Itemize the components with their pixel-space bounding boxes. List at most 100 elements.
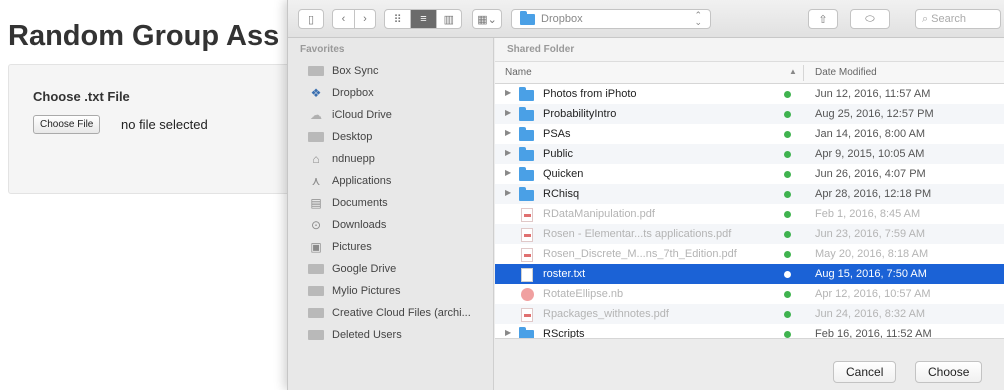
sidebar-item-creative-cloud[interactable]: Creative Cloud Files (archi... [308, 302, 471, 324]
dropbox-icon: ❖ [310, 86, 322, 100]
file-row[interactable]: ▶ Quicken Jun 26, 2016, 4:07 PM [495, 164, 1004, 184]
file-date: Apr 9, 2015, 10:05 AM [815, 148, 925, 160]
search-field[interactable]: ⌕ [915, 9, 1001, 29]
forward-button[interactable]: › [353, 10, 375, 28]
sidebar-item-dropbox[interactable]: ❖ Dropbox [308, 82, 374, 104]
sidebar-item-mylio-pictures[interactable]: Mylio Pictures [308, 280, 400, 302]
file-row: RotateEllipse.nb Apr 12, 2016, 10:57 AM [495, 284, 1004, 304]
shared-folder-header: Shared Folder [495, 38, 1004, 62]
chevron-right-icon: › [363, 13, 367, 25]
file-row: Rpackages_withnotes.pdf Jun 24, 2016, 8:… [495, 304, 1004, 324]
file-row[interactable]: ▶ Photos from iPhoto Jun 12, 2016, 11:57… [495, 84, 1004, 104]
file-row[interactable]: ▶ ProbabilityIntro Aug 25, 2016, 12:57 P… [495, 104, 1004, 124]
file-date: Aug 15, 2016, 7:50 AM [815, 268, 927, 280]
file-date: Apr 12, 2016, 10:57 AM [815, 288, 931, 300]
file-name: Public [543, 148, 573, 160]
disclosure-triangle-icon[interactable]: ▶ [505, 148, 511, 157]
columns-icon: ▥ [443, 13, 455, 26]
tag-icon: ⬭ [865, 12, 875, 25]
folder-icon [308, 284, 324, 298]
folder-icon [308, 262, 324, 276]
sidebar-item-google-drive[interactable]: Google Drive [308, 258, 396, 280]
file-date: Jan 14, 2016, 8:00 AM [815, 128, 926, 140]
choose-file-button[interactable]: Choose File [33, 115, 101, 134]
disclosure-triangle-icon[interactable]: ▶ [505, 128, 511, 137]
sidebar-item-downloads[interactable]: ⊙ Downloads [308, 214, 386, 236]
sync-status-icon [784, 191, 791, 198]
sync-status-icon [784, 171, 791, 178]
share-icon: ⇧ [818, 13, 828, 26]
sidebar-item-pictures[interactable]: ▣ Pictures [308, 236, 371, 258]
choose-button[interactable]: Choose [915, 361, 983, 383]
file-date: Apr 28, 2016, 12:18 PM [815, 188, 932, 200]
search-input[interactable] [931, 13, 992, 25]
sync-status-icon [784, 271, 791, 278]
column-divider[interactable] [803, 65, 804, 81]
disclosure-triangle-icon[interactable]: ▶ [505, 188, 511, 197]
sync-status-icon [784, 331, 791, 338]
file-name: RDataManipulation.pdf [543, 208, 655, 220]
file-row[interactable]: ▶ Public Apr 9, 2015, 10:05 AM [495, 144, 1004, 164]
sync-status-icon [784, 151, 791, 158]
folder-icon [519, 187, 534, 201]
dialog-footer: Cancel Choose [495, 338, 1004, 390]
icon-view-button[interactable]: ⠿ [385, 10, 410, 28]
sidebar-item-box-sync[interactable]: Box Sync [308, 60, 378, 82]
location-label: Dropbox [541, 13, 583, 25]
arrange-button[interactable]: ▦⌄ [472, 9, 502, 29]
disclosure-triangle-icon[interactable]: ▶ [505, 108, 511, 117]
pdf-file-icon [521, 228, 533, 242]
download-icon: ⊙ [310, 218, 322, 232]
file-list: ▶ Photos from iPhoto Jun 12, 2016, 11:57… [495, 84, 1004, 344]
file-name: PSAs [543, 128, 571, 140]
list-icon: ≡ [420, 13, 427, 25]
name-column-header[interactable]: Name [505, 67, 532, 78]
cancel-button[interactable]: Cancel [833, 361, 897, 383]
sidebar-item-applications[interactable]: ⋏ Applications [308, 170, 392, 192]
sidebar-toggle-button[interactable]: ▯ [298, 9, 324, 29]
pdf-file-icon [521, 248, 533, 262]
share-button[interactable]: ⇧ [808, 9, 838, 29]
document-icon: ▤ [310, 196, 322, 210]
sync-status-icon [784, 111, 791, 118]
sidebar-item-documents[interactable]: ▤ Documents [308, 192, 387, 214]
sidebar-item-label: Applications [332, 175, 392, 187]
text-file-icon [521, 268, 533, 282]
sidebar-item-label: iCloud Drive [332, 109, 392, 121]
file-input-label: Choose .txt File [33, 89, 130, 104]
dialog-toolbar: ▯ ‹ › ⠿ ≡ ▥ ▦⌄ Dropbox ⌃ ⌄ ⇧ ⬭ ⌕ Search [288, 0, 1004, 38]
tag-button[interactable]: ⬭ [850, 9, 890, 29]
file-date: Jun 23, 2016, 7:59 AM [815, 228, 926, 240]
location-popup[interactable]: Dropbox ⌃ ⌄ [511, 9, 711, 29]
file-date: Jun 24, 2016, 8:32 AM [815, 308, 926, 320]
chevron-left-icon: ‹ [341, 13, 346, 25]
disclosure-triangle-icon[interactable]: ▶ [505, 88, 511, 97]
disclosure-triangle-icon[interactable]: ▶ [505, 168, 511, 177]
file-row-selected[interactable]: roster.txt Aug 15, 2016, 7:50 AM [495, 264, 1004, 284]
cloud-icon: ☁ [310, 108, 322, 122]
sync-status-icon [784, 211, 791, 218]
date-modified-column-header[interactable]: Date Modified [815, 67, 877, 78]
sidebar-item-label: Dropbox [332, 87, 374, 99]
arrange-icon: ▦⌄ [477, 13, 497, 26]
sync-status-icon [784, 251, 791, 258]
list-view-button[interactable]: ≡ [410, 10, 436, 28]
file-row: Rosen - Elementar...ts applications.pdf … [495, 224, 1004, 244]
sidebar-item-deleted-users[interactable]: Deleted Users [308, 324, 402, 346]
sidebar-item-label: Desktop [332, 131, 373, 143]
sidebar-item-desktop[interactable]: Desktop [308, 126, 372, 148]
sidebar-item-home[interactable]: ⌂ ndnuepp [308, 148, 374, 170]
column-view-button[interactable]: ▥ [435, 10, 461, 28]
file-row[interactable]: ▶ PSAs Jan 14, 2016, 8:00 AM [495, 124, 1004, 144]
file-row[interactable]: ▶ RChisq Apr 28, 2016, 12:18 PM [495, 184, 1004, 204]
no-file-text: no file selected [121, 117, 208, 132]
page: Random Group Ass Choose .txt File Choose… [0, 0, 1004, 390]
back-button[interactable]: ‹ [333, 10, 354, 28]
sidebar-item-label: Google Drive [332, 263, 397, 275]
sidebar-toggle-icon: ▯ [307, 13, 315, 26]
sidebar-item-icloud-drive[interactable]: ☁ iCloud Drive [308, 104, 392, 126]
disclosure-triangle-icon[interactable]: ▶ [505, 328, 511, 337]
sidebar-item-label: Creative Cloud Files (archi... [332, 307, 471, 319]
file-date: Aug 25, 2016, 12:57 PM [815, 108, 934, 120]
pdf-file-icon [521, 308, 533, 322]
